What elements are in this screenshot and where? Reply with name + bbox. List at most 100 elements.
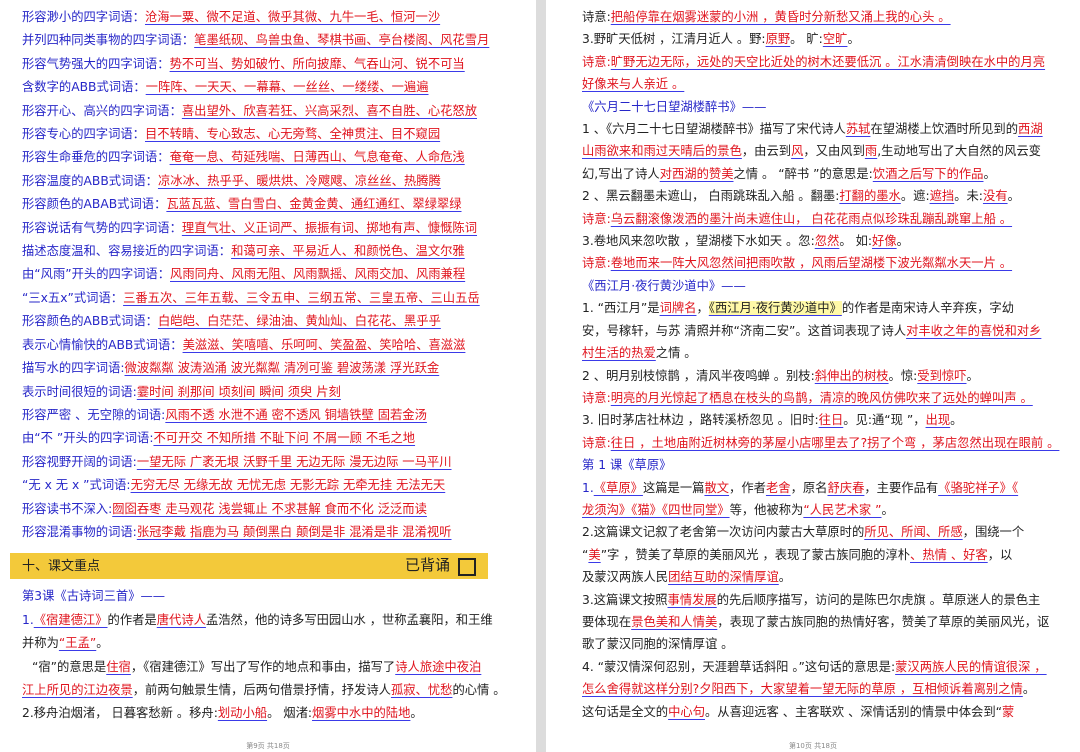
paragraph-line: 1. “西江月”是词牌名，《西江月·夜行黄沙道中》的作者是南宋诗人辛弃疾，字幼 — [582, 297, 1066, 319]
answer-text: 风 — [791, 144, 804, 159]
text-span: ,生动地写出了大自然的风云变 — [877, 144, 1041, 159]
section-status-label: 已背诵 — [404, 556, 450, 575]
vocab-line: 描述态度温和、容易接近的四字词语：和蔼可亲、平易近人、和颜悦色、温文尔雅 — [22, 240, 518, 263]
answer-text: 蒙汉两族人民的情谊很深 ， — [895, 659, 1047, 674]
text-span: 歌了蒙汉同胞的深情厚谊 。 — [582, 637, 734, 652]
text-span: 孟浩然，他的诗多写田园山水 ，世称孟襄阳，和王维 — [205, 612, 493, 627]
vocab-label: 形容说话有气势的四字词语： — [22, 220, 182, 235]
vocab-line: 含数字的ABB式词语：一阵阵、一天天、一幕幕、一丝丝、一缕缕、一遍遍 — [22, 76, 518, 99]
vocab-label: 形容混淆事物的词语: — [22, 524, 137, 539]
vocab-line: 描写水的四字词语:微波粼粼 波涛汹涌 波光粼粼 清冽可鉴 碧波荡漾 浮光跃金 — [22, 357, 518, 380]
right-page: 诗意:把船停靠在烟雾迷蒙的小洲 ，黄昏时分新愁又涌上我的心头 。 3.野旷天低树… — [546, 0, 1080, 752]
vocab-words: 目不转睛、专心致志、心无旁骛、全神贯注、目不窥园 — [144, 127, 441, 142]
paragraph-line: 这句话是全文的中心句。从喜迎远客 、主客联欢 、深情话别的情景中体会到“蒙 — [582, 701, 1066, 723]
answer-text: 明亮的月光惊起了栖息在枝头的鸟鹊，清凉的晚风仿佛吹来了远处的蝉叫声 。 — [610, 390, 1033, 405]
vocab-words: 沧海一粟、微不足道、微乎其微、九牛一毛、恒河一沙 — [144, 10, 441, 24]
answer-text: 美 — [588, 547, 601, 562]
vocab-words: 喜出望外、欣喜若狂、兴高采烈、喜不自胜、心花怒放 — [181, 103, 478, 118]
lesson-title: 第 1 课《草原》 — [582, 458, 672, 473]
vocab-line: 表示时间很短的词语:霎时间 刹那间 顷刻间 瞬间 须臾 片刻 — [22, 381, 518, 404]
text-span: 1. — [22, 612, 34, 627]
paragraph-line: 江上所见的江边夜景，前两句触景生情，后两句借景抒情，抒发诗人孤寂、忧愁的心情 。 — [22, 679, 518, 702]
vocab-line: 形容颜色的ABB式词语：白皑皑、白茫茫、绿油油、黄灿灿、白花花、黑乎乎 — [22, 310, 518, 333]
vocab-line: 由“风雨”开头的四字词语：风雨同舟、风雨无阻、风雨飘摇、风雨交加、风雨兼程 — [22, 263, 518, 286]
answer-text: 原野 — [765, 32, 791, 47]
answer-text: 《骆驼祥子》 — [938, 480, 1012, 495]
vocab-line: 并列四种同类事物的四字词语：笔墨纸砚、鸟兽虫鱼、琴棋书画、亭台楼阁、风花雪月 — [22, 29, 518, 52]
text-span: 3. 旧时茅店社林边 ，路转溪桥忽见 。旧时: — [582, 413, 819, 428]
paragraph-line: 诗意:乌云翻滚像泼洒的墨汁尚未遮住山， 白花花雨点似珍珠乱蹦乱跳窜上船 。 — [582, 208, 1066, 230]
answer-text: 唐代诗人 — [156, 612, 206, 627]
paragraph-line: 1 、《六月二十七日望湖楼醉书》描写了宋代诗人苏轼在望湖楼上饮酒时所见到的西湖 — [582, 118, 1066, 140]
answer-text: 遮挡 — [929, 189, 955, 204]
vocab-words: 美滋滋、笑嘻嘻、乐呵呵、笑盈盈、笑哈哈、喜滋滋 — [182, 337, 466, 352]
answer-text: 往日 ，土地庙附近树林旁的茅屋小店哪里去了?拐了个弯 ，茅店忽然出现在眼前 。 — [610, 435, 1060, 450]
page-gutter — [536, 0, 546, 752]
paragraph-line: 3.卷地风来忽吹散 ，望湖楼下水如天 。忽:忽然。 如:好像。 — [582, 230, 1066, 252]
vocab-words: 势不可当、势如破竹、所向披靡、气吞山河、锐不可当 — [169, 56, 465, 71]
paragraph-line: 1.《草原》这篇是一篇散文，作者老舍，原名舒庆春，主要作品有《骆驼祥子》《 — [582, 477, 1066, 499]
vocab-line: 表示心情愉快的ABB式词语：美滋滋、笑嘻嘻、乐呵呵、笑盈盈、笑哈哈、喜滋滋 — [22, 334, 518, 357]
vocab-words: 奄奄一息、苟延残喘、日薄西山、气息奄奄、人命危浅 — [169, 150, 465, 165]
text-span: 要体现在 — [582, 614, 632, 629]
answer-text: 词牌名 — [659, 301, 697, 316]
text-span: 2.这篇课文记叙了老舍第一次访问内蒙古大草原时的 — [582, 525, 865, 540]
paragraph-line: 要体现在景色美和人情美，表现了蒙古族同胞的热情好客，赞美了草原的美丽风光，讴 — [582, 611, 1066, 633]
paragraph-line: 山雨欲来和雨过天晴后的景色，由云到风，又由风到雨,生动地写出了大自然的风云变 — [582, 140, 1066, 162]
answer-text: 山雨欲来和雨过天晴后的景色 — [582, 144, 742, 159]
answer-text: 《草原》 — [593, 480, 643, 495]
answer-text: 忽然 — [814, 234, 840, 249]
text-span: 。 — [1007, 189, 1020, 204]
paragraph-line: 歌了蒙汉同胞的深情厚谊 。 — [582, 633, 1066, 655]
answer-text: 诗人旅途中夜泊 — [395, 659, 482, 674]
answer-text: 中心句 — [668, 704, 705, 719]
answer-text: 打翻的墨水 — [839, 189, 901, 204]
vocab-words: 不可开交 不知所措 不耻下问 不屑一顾 不毛之地 — [153, 431, 416, 446]
vocab-words: 霎时间 刹那间 顷刻间 瞬间 须臾 片刻 — [136, 384, 341, 399]
text-span: 。从喜迎远客 、主客联欢 、深情话别的情景中体会到“ — [705, 704, 1003, 719]
text-span: 诗意: — [582, 10, 611, 24]
answer-text: 乌云翻滚像泼洒的墨汁尚未遮住山， 白花花雨点似珍珠乱蹦乱跳窜上船 。 — [610, 211, 1013, 226]
answer-text: 雨 — [864, 144, 878, 159]
paragraph-line: 并称为“王孟”。 — [22, 632, 518, 655]
paragraph-line: 怎么舍得就这样分别?夕阳西下，大家望着一望无际的草原 ，互相倾诉着离别之情。 — [582, 678, 1066, 700]
vocab-label: “三x五x”式词语： — [22, 290, 124, 305]
answer-text: 江上所见的江边夜景 — [22, 682, 133, 697]
text-span: 1. — [582, 480, 594, 495]
memorized-checkbox[interactable] — [458, 557, 476, 576]
paragraph-line: 及蒙汉两族人民团结互助的深情厚谊。 — [582, 566, 1066, 588]
text-span: 的作者是 — [107, 612, 157, 627]
vocab-words: 一阵阵、一天天、一幕幕、一丝丝、一缕缕、一遍遍 — [145, 80, 429, 95]
vocab-line: 形容颜色的ABAB式词语：瓦蓝瓦蓝、雪白雪白、金黄金黄、通红通红、翠绿翠绿 — [22, 193, 518, 216]
answer-text: 散文 — [704, 480, 730, 495]
paragraph-line: “宿”的意思是住宿，《宿建德江》写出了写作的地点和事由，描写了诗人旅途中夜泊 — [22, 656, 518, 679]
text-span: ， — [696, 301, 709, 316]
vocab-words: 三番五次、三年五载、三令五申、三纲五常、三皇五帝、三山五岳 — [123, 290, 480, 305]
answer-text: 所见、所闻、所感 — [864, 525, 963, 540]
text-span: 。 — [1022, 682, 1036, 697]
section-status[interactable]: 已背诵 — [405, 554, 476, 578]
paragraph-line: 2 、明月别枝惊鹊 ，清风半夜鸣蝉 。别枝:斜伸出的树枝。惊:受到惊吓。 — [582, 365, 1066, 387]
vocab-label: 形容颜色的ABAB式词语： — [22, 197, 167, 212]
vocab-line: 形容温度的ABB式词语：凉冰冰、热乎乎、暖烘烘、冷飕飕、凉丝丝、热腾腾 — [22, 170, 518, 193]
page-footer: 第10页 共18页 — [788, 742, 838, 750]
text-span: 。惊: — [888, 368, 918, 383]
vocab-line: 形容渺小的四字词语：沧海一粟、微不足道、微乎其微、九牛一毛、恒河一沙 — [22, 6, 518, 29]
vocab-label: 形容渺小的四字词语： — [22, 10, 145, 24]
vocab-line: 形容视野开阔的词语:一望无际 广袤无垠 沃野千里 无边无际 漫无边际 一马平川 — [22, 451, 518, 474]
paragraph-line: 2 、黑云翻墨未遮山， 白雨跳珠乱入船 。翻墨:打翻的墨水。遮:遮挡。未:没有。 — [582, 185, 1066, 207]
text-span: “宿”的意思是 — [32, 659, 107, 674]
text-span: 。 — [778, 570, 792, 585]
vocab-line: 形容混淆事物的词语:张冠李戴 指鹿为马 颠倒黑白 颠倒是非 混淆是非 混淆视听 — [22, 521, 518, 544]
answer-text: 旷野无边无际，远处的天空比近处的树木还要低沉 。江水清清倒映在水中的月亮 — [610, 54, 1046, 69]
vocab-label: 形容视野开阔的词语: — [22, 454, 137, 469]
answer-text: 没有 — [982, 189, 1008, 204]
vocab-label: 形容气势强大的四字词语： — [22, 56, 170, 71]
text-span: ，围绕一个 — [962, 525, 1025, 540]
text-span: ，《宿建德江》写出了写作的地点和事由，描写了 — [130, 659, 396, 674]
left-page-content: 形容渺小的四字词语：沧海一粟、微不足道、微乎其微、九牛一毛、恒河一沙 并列四种同类… — [0, 0, 536, 726]
text-span: 诗意: — [582, 54, 611, 69]
text-span: 。 — [896, 234, 909, 249]
text-span: 。遮: — [900, 189, 930, 204]
vocab-line: 形容说话有气势的四字词语：理直气壮、义正词严、振振有词、掷地有声、慷慨陈词 — [22, 217, 518, 240]
